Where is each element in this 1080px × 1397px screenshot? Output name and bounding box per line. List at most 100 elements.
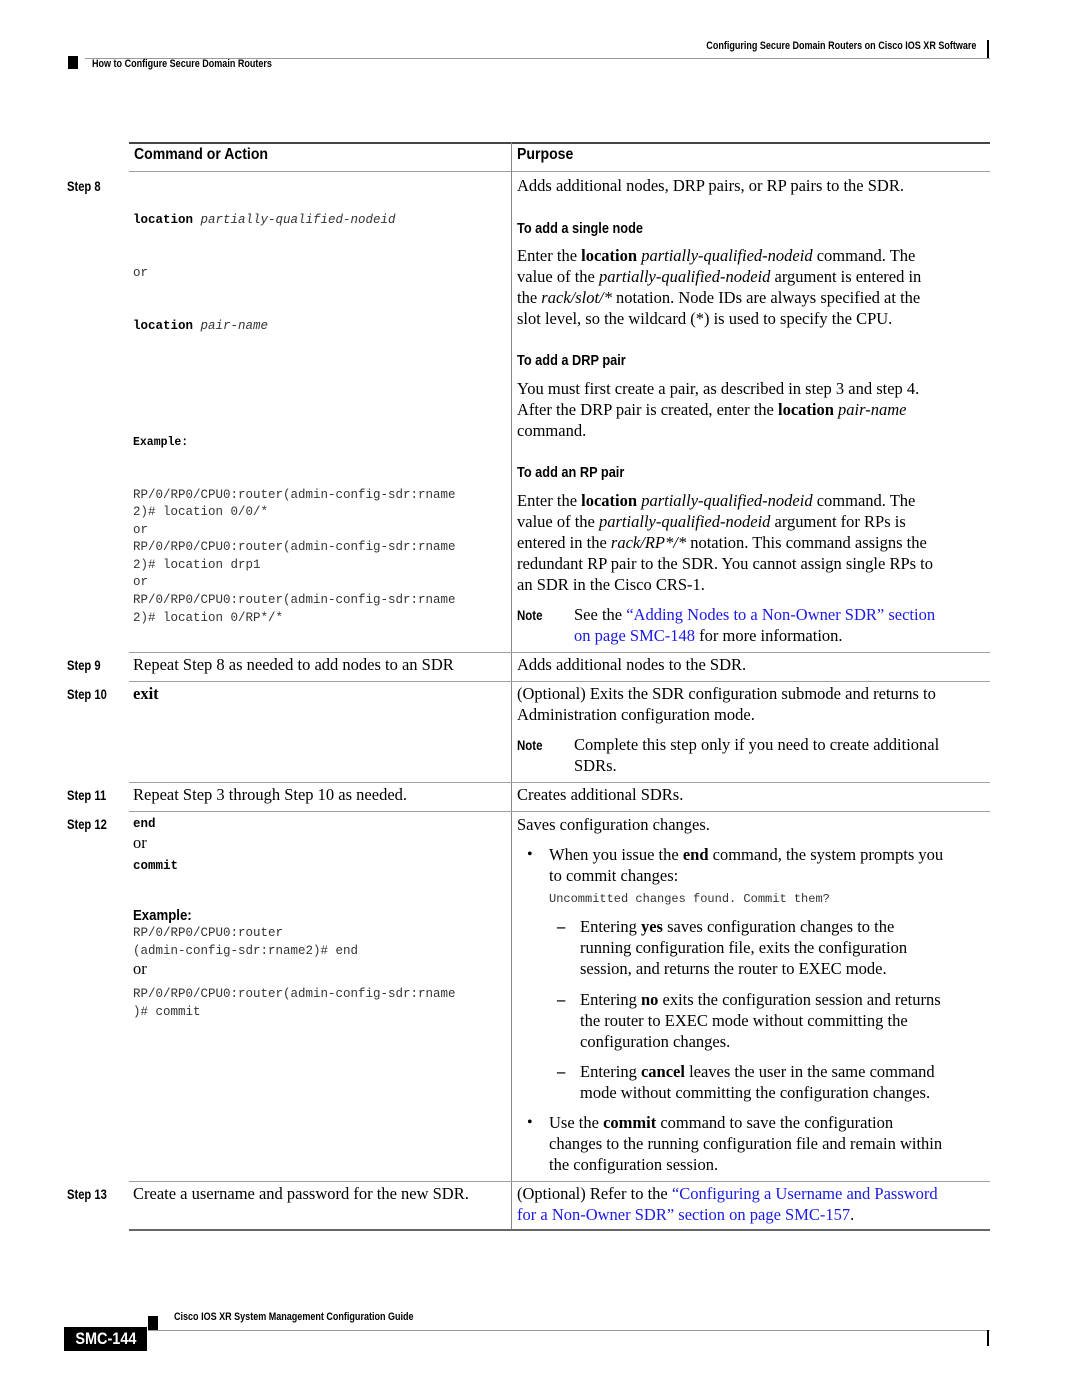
note-step-10: Complete this step only if you need to c…	[574, 734, 984, 776]
text-line: After the DRP pair is created, enter the…	[517, 400, 907, 419]
table-top-rule	[129, 142, 990, 144]
link-page-smc-157[interactable]: for a Non-Owner SDR” section on page SMC…	[517, 1205, 850, 1224]
link-configuring-username[interactable]: “Configuring a Username and Password	[672, 1184, 938, 1203]
text-line: entered in the rack/RP*/* notation. This…	[517, 533, 927, 552]
link-adding-nodes[interactable]: “Adding Nodes to a Non-Owner SDR” sectio…	[626, 605, 935, 624]
text-line: slot level, so the wildcard (*) is used …	[517, 309, 893, 328]
table-header-rule	[129, 171, 990, 172]
single-node-description: Enter the location partially-qualified-n…	[517, 245, 987, 329]
step-11-purpose: Creates additional SDRs.	[517, 785, 684, 804]
command-argument: pair-name	[200, 318, 269, 333]
step-label: Step 13	[67, 1186, 107, 1202]
footer-bar-right	[987, 1330, 989, 1346]
text-line: an SDR in the Cisco CRS-1.	[517, 575, 705, 594]
subheading-rp-pair: To add an RP pair	[517, 465, 625, 481]
example-line: RP/0/RP0/CPU0:router(admin-config-sdr:rn…	[133, 593, 456, 608]
row-divider	[129, 1181, 990, 1182]
example-line: or	[133, 522, 149, 537]
drp-pair-description: You must first create a pair, as describ…	[517, 378, 987, 441]
example-line: or	[133, 575, 149, 590]
text-line: Enter the location partially-qualified-n…	[517, 491, 916, 510]
step-12-purpose-intro: Saves configuration changes.	[517, 815, 710, 834]
example-line: RP/0/RP0/CPU0:router(admin-config-sdr:rn…	[133, 487, 456, 502]
example-code-block: RP/0/RP0/CPU0:router(admin-config-sdr:rn…	[133, 487, 456, 628]
row-divider	[129, 782, 990, 783]
example-label: Example:	[133, 435, 189, 449]
dash-icon: –	[557, 990, 566, 1009]
dash-icon: –	[557, 917, 566, 936]
example-code-block: RP/0/RP0/CPU0:router (admin-config-sdr:rn…	[133, 925, 456, 960]
row-divider	[129, 811, 990, 812]
dash-icon: –	[557, 1062, 566, 1081]
dash-item-cancel: Entering cancel leaves the user in the s…	[580, 1061, 985, 1103]
text-line: Use the commit command to save the confi…	[549, 1113, 894, 1132]
note-line: Complete this step only if you need to c…	[574, 735, 940, 754]
step-10-purpose: (Optional) Exits the SDR configuration s…	[517, 683, 987, 725]
page-number-badge: SMC-144	[64, 1327, 147, 1351]
bullet-icon: •	[527, 846, 533, 863]
example-line: (admin-config-sdr:rname2)# end	[133, 943, 359, 958]
note-text: for more information.	[695, 626, 843, 645]
example-line: 2)# location 0/0/*	[133, 505, 269, 520]
text-line: session, and returns the router to EXEC …	[580, 959, 887, 978]
command-keyword-end: end	[133, 817, 156, 831]
footer-square-marker	[148, 1316, 158, 1330]
example-line: RP/0/RP0/CPU0:router	[133, 926, 284, 941]
section-title: How to Configure Secure Domain Routers	[92, 58, 272, 70]
purpose-text: .	[850, 1205, 855, 1224]
example-line: 2)# location 0/RP*/*	[133, 610, 284, 625]
text-line: running configuration file, exits the co…	[580, 938, 908, 957]
step-9-purpose: Adds additional nodes to the SDR.	[517, 655, 747, 674]
example-label: Example:	[133, 907, 192, 925]
text-line: (Optional) Exits the SDR configuration s…	[517, 684, 936, 703]
bullet-icon: •	[527, 1114, 533, 1131]
note-label: Note	[517, 737, 543, 753]
text-line: changes to the running configuration fil…	[549, 1134, 943, 1153]
column-header-purpose: Purpose	[517, 146, 574, 163]
dash-item-yes: Entering yes saves configuration changes…	[580, 916, 985, 979]
column-header-command: Command or Action	[134, 146, 269, 163]
step-13-purpose: (Optional) Refer to the “Configuring a U…	[517, 1183, 987, 1225]
command-argument: partially-qualified-nodeid	[200, 213, 396, 228]
rp-pair-description: Enter the location partially-qualified-n…	[517, 490, 987, 595]
text-line: mode without committing the configuratio…	[580, 1083, 931, 1102]
chapter-title: Configuring Secure Domain Routers on Cis…	[705, 40, 976, 52]
or-text: or	[133, 265, 149, 280]
or-text: or	[133, 959, 147, 979]
example-line: 2)# location drp1	[133, 557, 261, 572]
text-line: Entering yes saves configuration changes…	[580, 917, 895, 936]
link-page-smc-148[interactable]: on page SMC-148	[574, 626, 695, 645]
text-line: You must first create a pair, as describ…	[517, 379, 920, 398]
subheading-drp-pair: To add a DRP pair	[517, 353, 626, 369]
step-label: Step 12	[67, 816, 107, 832]
bullet-commit-command: Use the commit command to save the confi…	[549, 1112, 989, 1175]
dash-item-no: Entering no exits the configuration sess…	[580, 989, 985, 1052]
step-label: Step 9	[67, 657, 101, 673]
text-line: value of the partially-qualified-nodeid …	[517, 267, 922, 286]
guide-title: Cisco IOS XR System Management Configura…	[174, 1311, 414, 1323]
page-number: SMC-144	[74, 1329, 137, 1348]
text-line: command.	[517, 421, 587, 440]
footer-rule	[148, 1330, 990, 1331]
note-text: See the	[574, 605, 627, 624]
step-8-command: location partially-qualified-nodeid or l…	[133, 177, 456, 645]
step-10-command-exit: exit	[133, 684, 159, 703]
purpose-text: (Optional) Refer to the	[517, 1184, 672, 1203]
text-line: configuration changes.	[580, 1032, 731, 1051]
text-line: Enter the location partially-qualified-n…	[517, 246, 916, 265]
step-label: Step 11	[67, 787, 107, 803]
text-line: Administration configuration mode.	[517, 705, 755, 724]
note-label: Note	[517, 607, 543, 623]
column-divider	[511, 142, 512, 1231]
row-divider	[129, 681, 990, 682]
note-step-8: See the “Adding Nodes to a Non-Owner SDR…	[574, 604, 984, 646]
command-keyword-commit: commit	[133, 858, 179, 873]
step-11-command: Repeat Step 3 through Step 10 as needed.	[133, 785, 408, 804]
step-12-command: end or commit Example: RP/0/RP0/CPU0:rou…	[133, 816, 456, 1022]
text-line: Entering no exits the configuration sess…	[580, 990, 941, 1009]
command-keyword: location	[133, 213, 194, 228]
example-code-block: RP/0/RP0/CPU0:router(admin-config-sdr:rn…	[133, 986, 456, 1021]
subheading-single-node: To add a single node	[517, 221, 643, 237]
header-square-marker	[68, 56, 78, 69]
header-bar-right	[987, 40, 989, 58]
